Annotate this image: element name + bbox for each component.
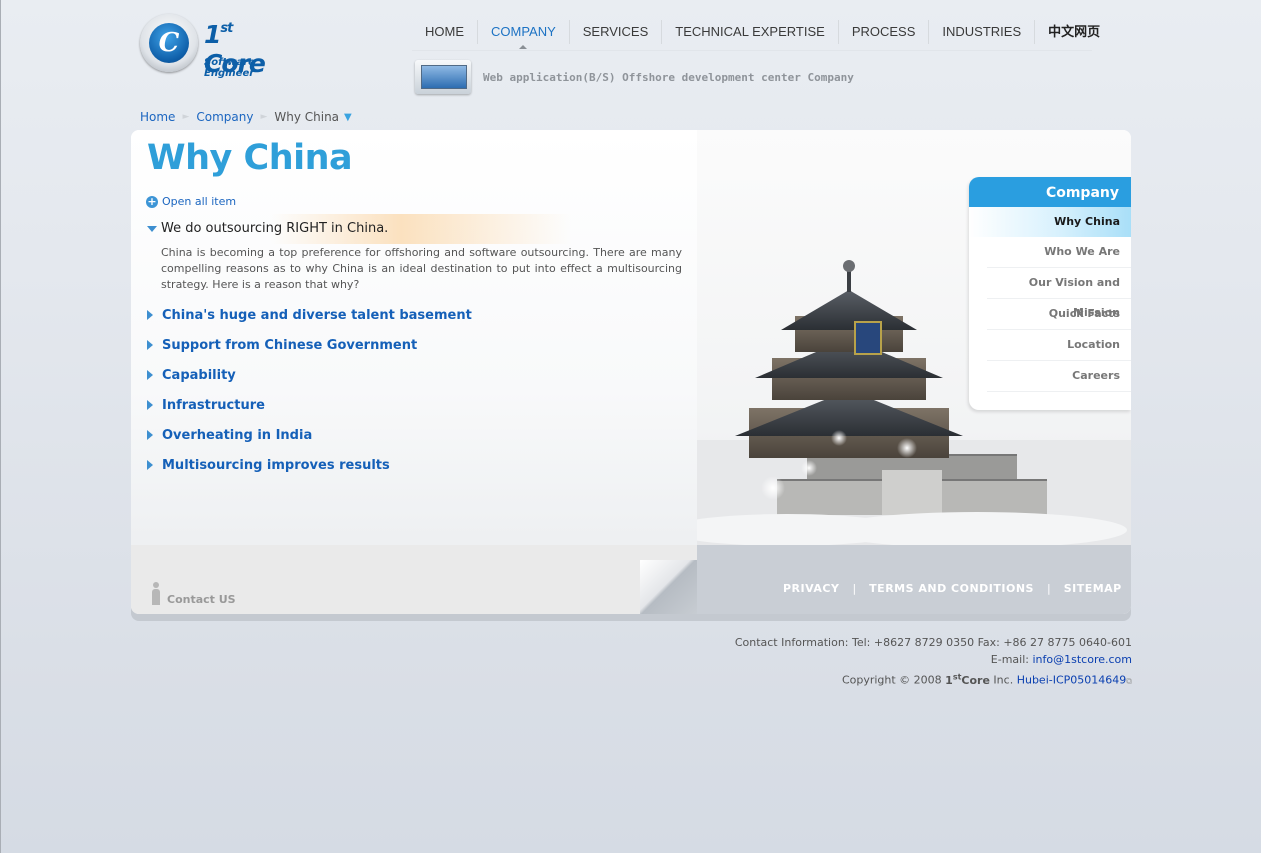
- dropdown-arrow-icon[interactable]: ▼: [344, 112, 352, 123]
- breadcrumb-current: Why China: [274, 110, 340, 124]
- accordion-item-label: Capability: [162, 367, 236, 383]
- nav-technical-expertise[interactable]: TECHNICAL EXPERTISE: [662, 20, 839, 44]
- submenu-item-who-we-are[interactable]: Who We Are: [987, 237, 1131, 268]
- triangle-right-icon: [147, 310, 153, 320]
- breadcrumb-home[interactable]: Home: [140, 110, 175, 124]
- accordion-item-infrastructure[interactable]: Infrastructure: [147, 396, 265, 414]
- privacy-link[interactable]: PRIVACY: [783, 582, 839, 595]
- footer-link-separator: |: [1046, 582, 1051, 595]
- copyright-prefix: Copyright © 2008: [841, 673, 946, 687]
- breadcrumb-separator-icon: ►: [182, 112, 190, 122]
- nav-industries[interactable]: INDUSTRIES: [929, 20, 1036, 44]
- contact-us-label: Contact US: [167, 593, 236, 606]
- accordion-item-label: Overheating in India: [162, 427, 313, 443]
- submenu-item-vision-mission[interactable]: Our Vision and Mission: [987, 268, 1131, 319]
- footer-link-bar: [697, 545, 1131, 614]
- copyright-suffix: Inc.: [989, 673, 1017, 687]
- company-logo[interactable]: C 1st Core Software Engineer: [140, 14, 300, 79]
- accordion-item-overheating-india[interactable]: Overheating in India: [147, 426, 312, 444]
- nav-divider: [412, 50, 1092, 51]
- tagline: Web application(B/S) Offshore developmen…: [483, 71, 854, 84]
- submenu-item-careers[interactable]: Careers: [987, 361, 1131, 392]
- accordion-item-capability[interactable]: Capability: [147, 366, 236, 384]
- plus-circle-icon: +: [146, 194, 158, 208]
- contact-information: Contact Information: Tel: +8627 8729 035…: [734, 636, 1132, 649]
- logo-name-sup: st: [220, 21, 233, 36]
- sitemap-link[interactable]: SITEMAP: [1064, 582, 1122, 595]
- submenu-item-quick-facts[interactable]: Quick Facts: [987, 299, 1131, 330]
- open-all-label: Open all item: [162, 195, 237, 208]
- terms-link[interactable]: TERMS AND CONDITIONS: [869, 582, 1034, 595]
- main-panel: Why China + Open all item We do outsourc…: [131, 130, 1131, 614]
- nav-company[interactable]: COMPANY: [478, 20, 570, 49]
- email-link[interactable]: info@1stcore.com: [1033, 653, 1133, 666]
- accordion-item-multisourcing[interactable]: Multisourcing improves results: [147, 456, 390, 474]
- submenu-item-why-china[interactable]: Why China: [969, 207, 1131, 237]
- triangle-right-icon: [147, 430, 153, 440]
- accordion-item-outsourcing-right[interactable]: We do outsourcing RIGHT in China.: [161, 221, 388, 236]
- triangle-right-icon: [147, 340, 153, 350]
- copyright-brand: 1stCore: [945, 672, 990, 687]
- logo-name-prefix: 1: [204, 20, 221, 49]
- company-submenu: Company Why China Who We Are Our Vision …: [969, 177, 1131, 410]
- submenu-title: Company: [969, 177, 1131, 207]
- nav-home[interactable]: HOME: [412, 20, 478, 44]
- accordion-item-label: Multisourcing improves results: [162, 457, 390, 473]
- footer-link-separator: |: [852, 582, 857, 595]
- footer-contact-info: Contact Information: Tel: +8627 8729 035…: [735, 634, 1132, 690]
- accordion-item-label: China's huge and diverse talent basement: [162, 307, 472, 323]
- nav-services[interactable]: SERVICES: [570, 20, 663, 44]
- logo-mark: C: [149, 23, 189, 63]
- logo-subtitle: Software Engineer: [204, 57, 255, 79]
- triangle-down-icon: [147, 226, 157, 232]
- page-curl-decoration: [640, 560, 697, 614]
- monitor-icon: [415, 60, 471, 94]
- main-nav: HOME COMPANY SERVICES TECHNICAL EXPERTIS…: [412, 20, 1113, 49]
- breadcrumb-company[interactable]: Company: [196, 110, 253, 124]
- triangle-right-icon: [147, 460, 153, 470]
- nav-process[interactable]: PROCESS: [839, 20, 930, 44]
- accordion-item-government-support[interactable]: Support from Chinese Government: [147, 336, 417, 354]
- nav-chinese-page[interactable]: 中文网页: [1035, 20, 1113, 44]
- open-all-items-link[interactable]: + Open all item: [146, 195, 236, 208]
- breadcrumb: Home ► Company ► Why China ▼: [140, 110, 352, 124]
- email-label: E-mail:: [990, 653, 1033, 666]
- breadcrumb-separator-icon: ►: [260, 112, 268, 122]
- contact-us-link[interactable]: Contact US: [149, 582, 236, 606]
- accordion-body-text: China is becoming a top preference for o…: [161, 246, 682, 291]
- accordion-item-label: Infrastructure: [162, 397, 265, 413]
- page-title: Why China: [147, 138, 353, 178]
- person-icon: [149, 582, 163, 606]
- copyright-line: Copyright © 2008 1stCore Inc. Hubei-ICP0…: [735, 668, 1132, 690]
- icp-link[interactable]: Hubei-ICP05014649: [1017, 674, 1127, 687]
- accordion-item-label: Support from Chinese Government: [162, 337, 418, 353]
- external-link-icon: ⧉: [1126, 676, 1132, 686]
- triangle-right-icon: [147, 400, 153, 410]
- footer-links: PRIVACY | TERMS AND CONDITIONS | SITEMAP: [783, 582, 1122, 595]
- email-line: E-mail: info@1stcore.com: [735, 651, 1132, 668]
- logo-emblem: C: [140, 14, 198, 72]
- accordion-item-talent-basement[interactable]: China's huge and diverse talent basement: [147, 306, 472, 324]
- triangle-right-icon: [147, 370, 153, 380]
- submenu-item-location[interactable]: Location: [987, 330, 1131, 361]
